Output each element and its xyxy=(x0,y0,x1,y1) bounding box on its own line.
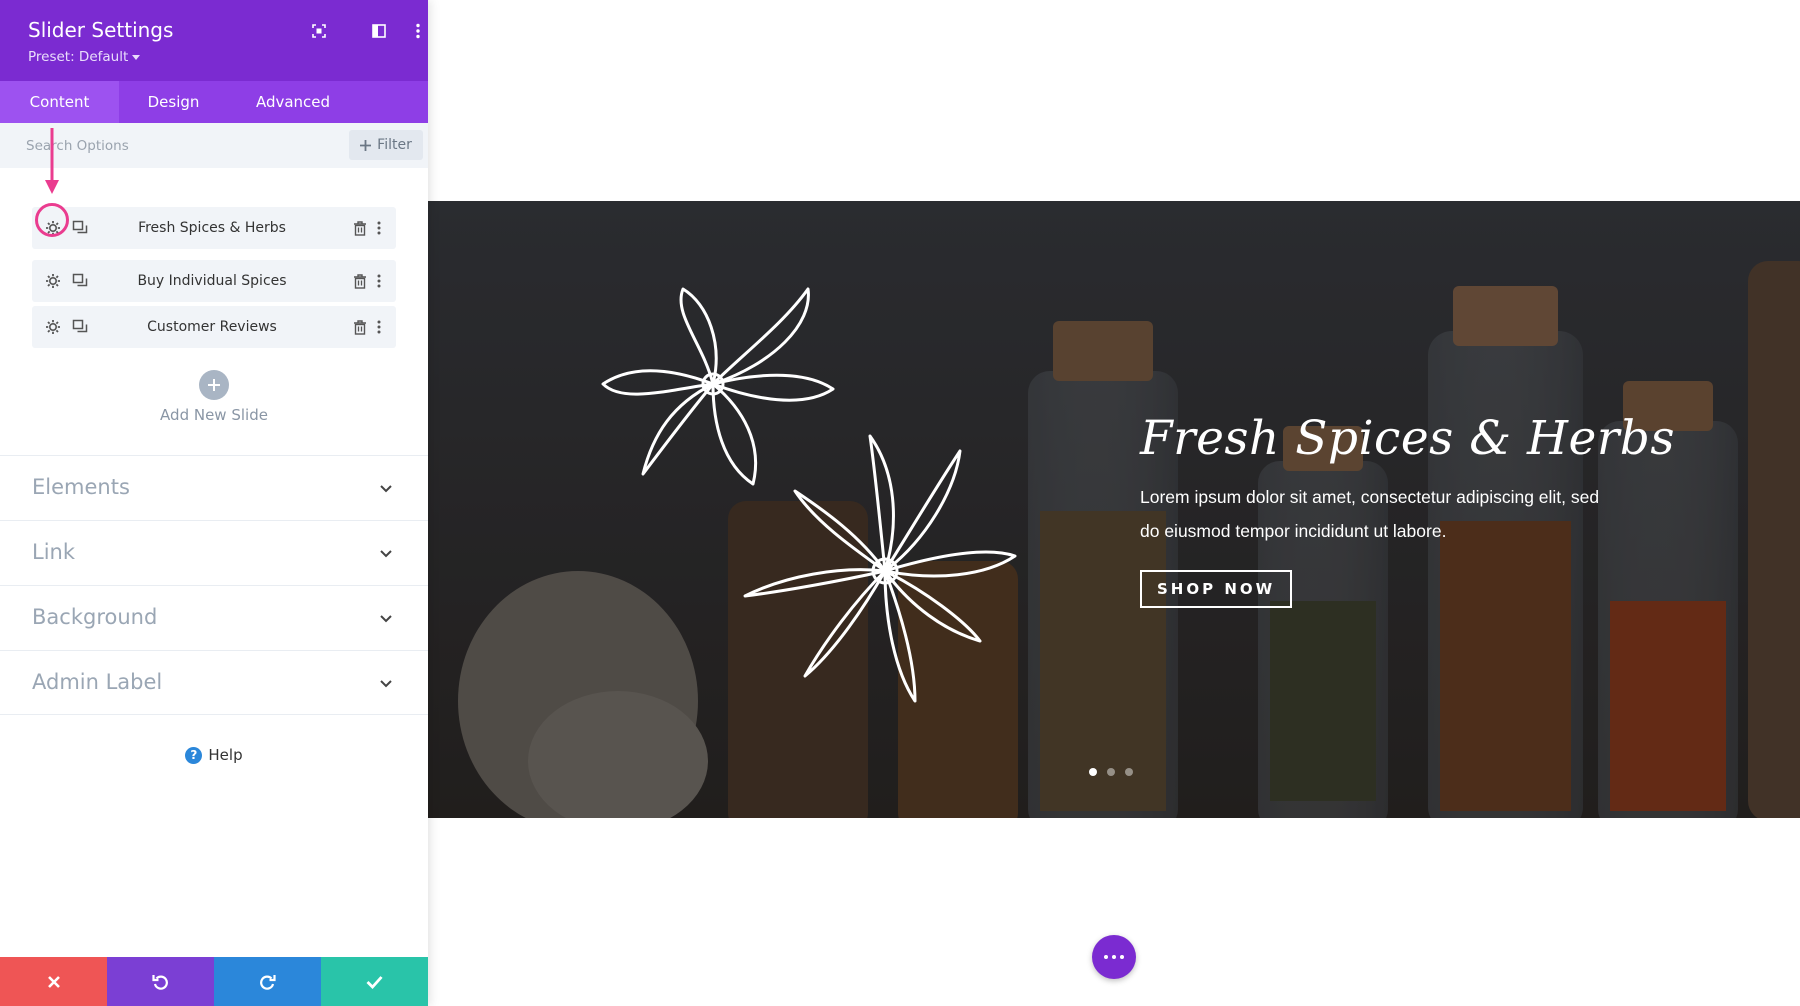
section-background[interactable]: Background xyxy=(0,585,428,650)
chevron-down-icon xyxy=(380,550,392,558)
section-elements[interactable]: Elements xyxy=(0,455,428,520)
slide-item[interactable]: Customer Reviews xyxy=(32,306,396,348)
dot-icon xyxy=(1120,955,1124,959)
undo-button[interactable] xyxy=(107,957,214,1006)
slide-label: Customer Reviews xyxy=(147,319,277,335)
help-link[interactable]: ? Help xyxy=(0,746,428,764)
highlight-ring xyxy=(35,203,69,237)
plus-icon xyxy=(360,139,372,151)
dot-icon xyxy=(1104,955,1108,959)
duplicate-icon[interactable] xyxy=(70,317,90,337)
close-icon xyxy=(47,975,60,988)
tab-bar: Content Design Advanced xyxy=(0,81,428,123)
slide-item[interactable]: Fresh Spices & Herbs xyxy=(32,207,396,249)
section-admin-label[interactable]: Admin Label xyxy=(0,650,428,715)
slide-label: Buy Individual Spices xyxy=(137,273,287,289)
duplicate-icon[interactable] xyxy=(70,271,90,291)
section-title: Elements xyxy=(32,475,130,499)
more-vertical-icon[interactable] xyxy=(372,218,386,238)
panel-title: Slider Settings xyxy=(28,18,174,42)
gear-icon[interactable] xyxy=(43,317,63,337)
panel-header: Slider Settings Preset: Default xyxy=(0,0,428,81)
add-slide-button[interactable] xyxy=(199,370,229,400)
trash-icon[interactable] xyxy=(350,271,370,291)
split-view-icon[interactable] xyxy=(368,20,390,42)
shop-now-button[interactable]: SHOP NOW xyxy=(1140,570,1293,608)
help-label: Help xyxy=(208,746,243,764)
slider-pagination xyxy=(1089,768,1133,776)
search-input[interactable] xyxy=(26,132,326,160)
slide-item[interactable]: Buy Individual Spices xyxy=(32,260,396,302)
fullscreen-icon[interactable] xyxy=(308,20,330,42)
more-options-button[interactable] xyxy=(1092,935,1136,979)
section-title: Link xyxy=(32,540,76,564)
slider-module[interactable]: Fresh Spices & Herbs Lorem ipsum dolor s… xyxy=(428,201,1800,818)
plus-icon xyxy=(208,379,220,391)
slide-body: Lorem ipsum dolor sit amet, consectetur … xyxy=(1140,487,1600,541)
section-link[interactable]: Link xyxy=(0,520,428,585)
section-title: Admin Label xyxy=(32,670,163,694)
tab-content[interactable]: Content xyxy=(0,81,119,123)
check-icon xyxy=(366,975,383,989)
tab-design[interactable]: Design xyxy=(119,81,228,123)
more-vertical-icon[interactable] xyxy=(411,20,425,42)
chevron-down-icon xyxy=(380,680,392,688)
search-row: Filter xyxy=(0,123,428,168)
tab-advanced[interactable]: Advanced xyxy=(228,81,358,123)
slider-dot[interactable] xyxy=(1107,768,1115,776)
slide-label: Fresh Spices & Herbs xyxy=(138,220,286,236)
redo-button[interactable] xyxy=(214,957,321,1006)
preset-label: Preset: Default xyxy=(28,49,129,65)
filter-button[interactable]: Filter xyxy=(349,130,423,160)
slide-caption: Fresh Spices & Herbs Lorem ipsum dolor s… xyxy=(1140,411,1780,608)
chevron-down-icon xyxy=(380,485,392,493)
dot-icon xyxy=(1112,955,1116,959)
more-vertical-icon[interactable] xyxy=(372,317,386,337)
slide-title: Fresh Spices & Herbs xyxy=(1140,411,1675,466)
trash-icon[interactable] xyxy=(350,317,370,337)
settings-panel: Slider Settings Preset: Default Content … xyxy=(0,0,428,1006)
preset-dropdown[interactable]: Preset: Default xyxy=(28,49,141,65)
more-vertical-icon[interactable] xyxy=(372,271,386,291)
filter-label: Filter xyxy=(377,137,412,153)
redo-icon xyxy=(260,975,276,990)
annotation-arrow-icon xyxy=(45,128,59,194)
caret-down-icon xyxy=(132,54,141,60)
discard-button[interactable] xyxy=(0,957,107,1006)
undo-icon xyxy=(152,975,168,990)
save-button[interactable] xyxy=(321,957,428,1006)
section-title: Background xyxy=(32,605,158,629)
chevron-down-icon xyxy=(380,615,392,623)
trash-icon[interactable] xyxy=(350,218,370,238)
slider-dot[interactable] xyxy=(1089,768,1097,776)
gear-icon[interactable] xyxy=(43,271,63,291)
help-icon: ? xyxy=(185,746,203,764)
panel-footer xyxy=(0,957,428,1006)
add-slide-label[interactable]: Add New Slide xyxy=(114,406,314,424)
duplicate-icon[interactable] xyxy=(70,218,90,238)
slider-dot[interactable] xyxy=(1125,768,1133,776)
